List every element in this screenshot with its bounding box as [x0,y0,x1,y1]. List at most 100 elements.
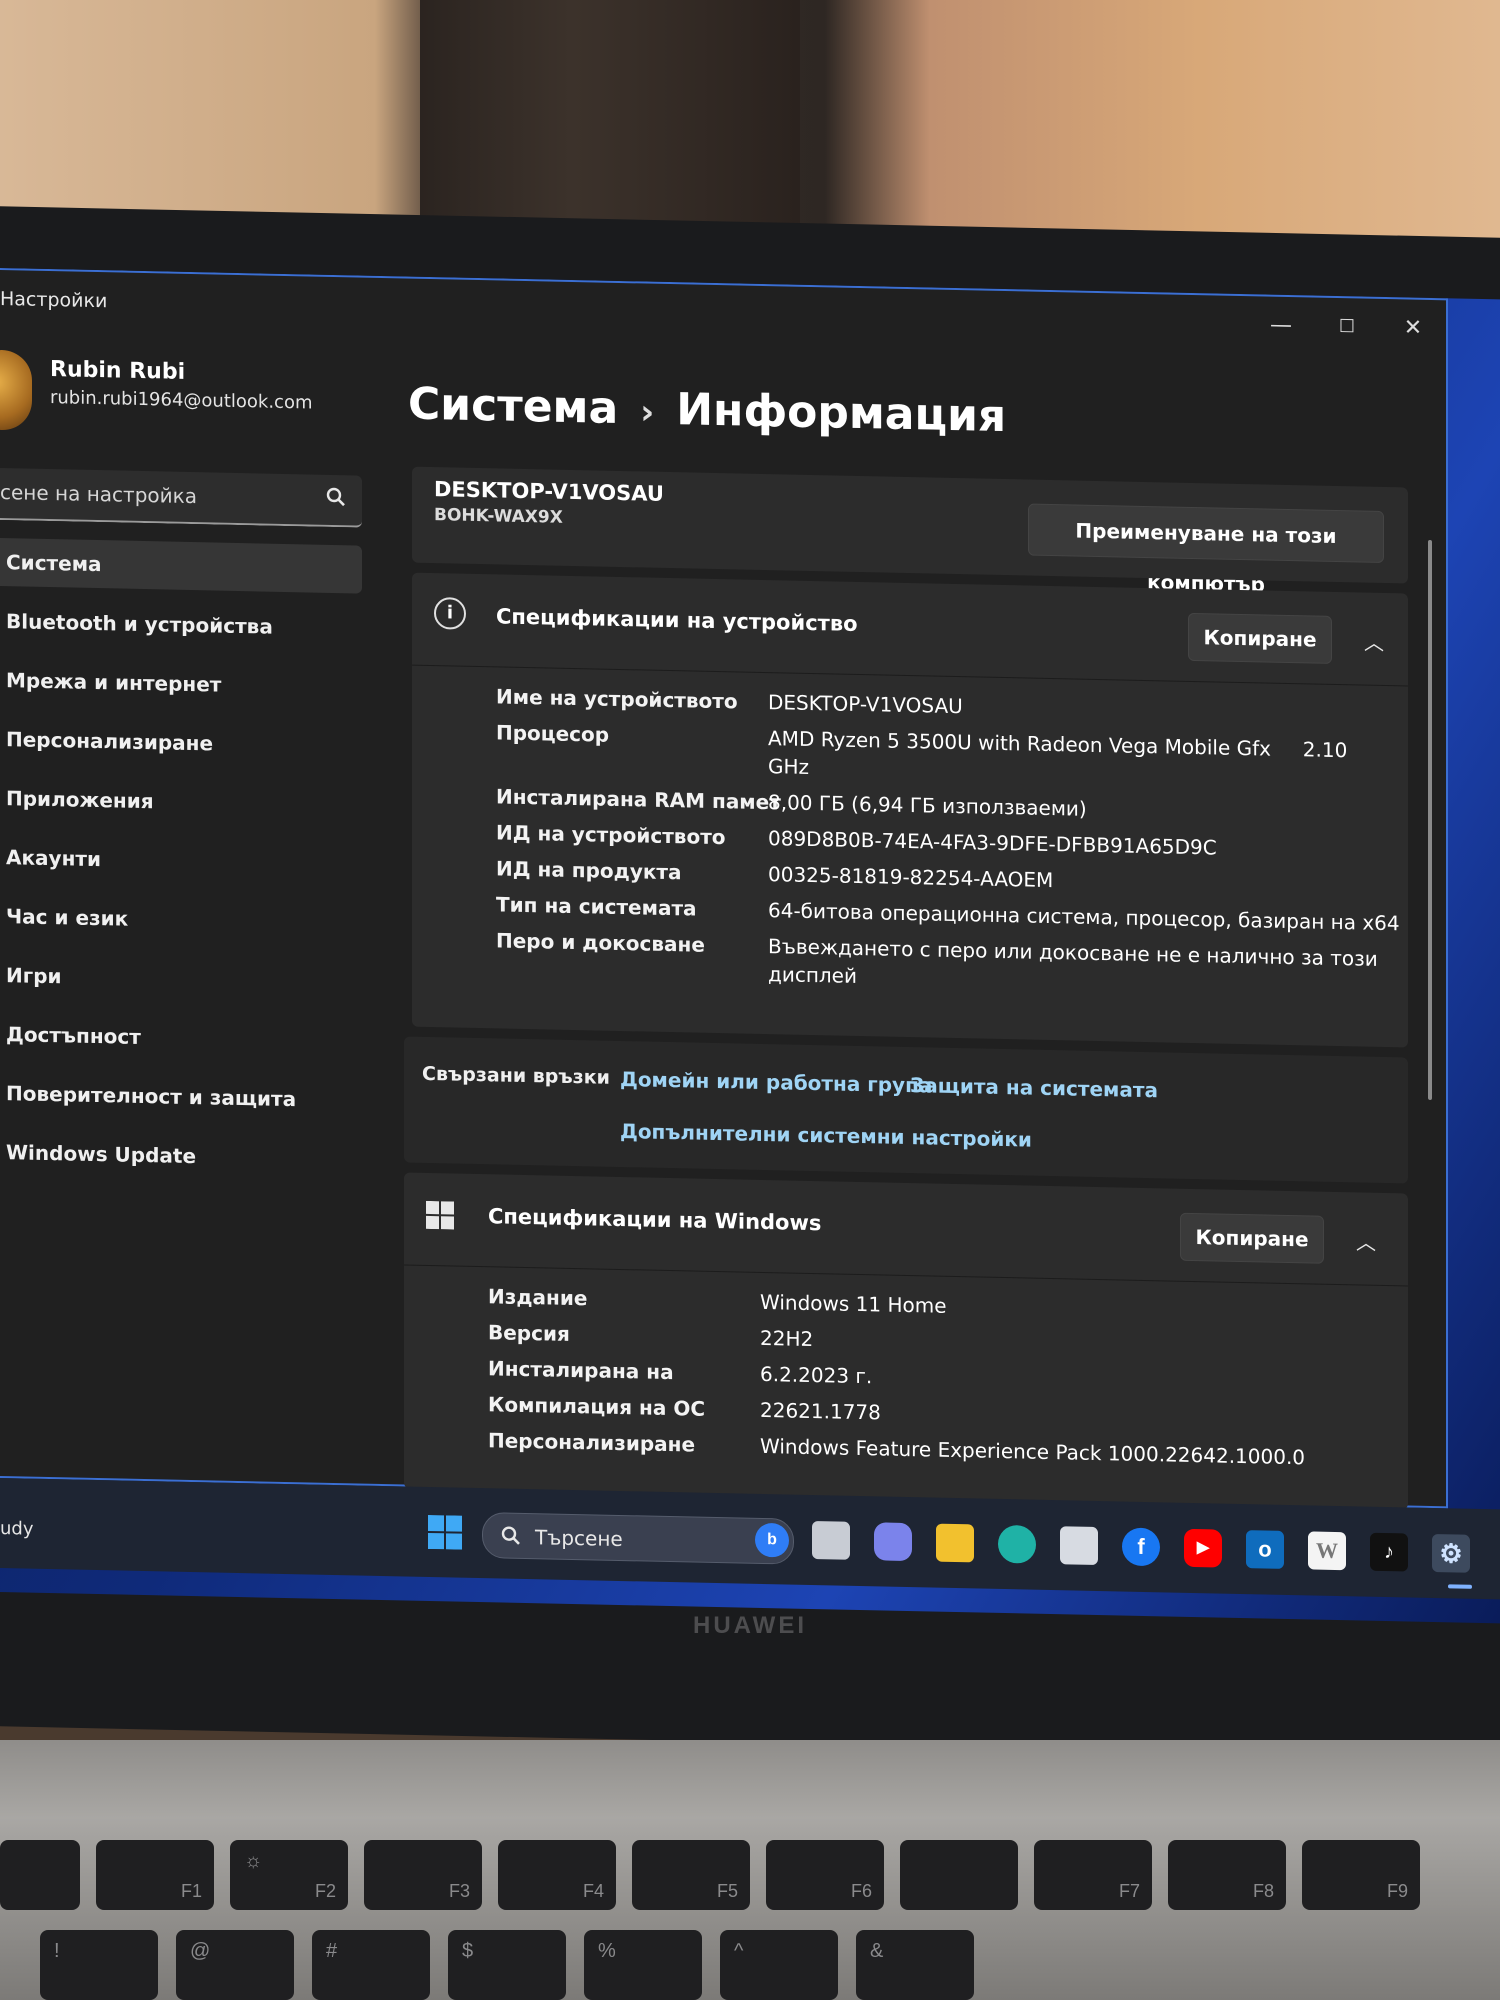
wikipedia-icon[interactable]: W [1308,1531,1346,1571]
spec-value[interactable]: 22H2 [760,1326,813,1351]
pc-name: DESKTOP-V1VOSAU [434,477,664,506]
breadcrumb: Система › Информация [408,379,1006,443]
keyboard-key: ! [40,1930,158,2000]
system-protection-link[interactable]: Защита на системата [910,1073,1158,1102]
search-icon[interactable] [324,485,348,510]
keyboard-key: F5 [632,1840,750,1910]
settings-icon[interactable]: ⚙ [1432,1533,1470,1573]
spec-row: Име на устройството DESKTOP-V1VOSAU [412,683,1408,718]
spec-value[interactable]: 6.2.2023 г. [760,1362,872,1388]
spec-label: Процесор [496,720,610,747]
spec-value-continued[interactable]: дисплей [768,962,857,988]
user-name: Rubin Rubi [50,357,186,385]
spec-label: Инсталирана RAM памет [496,784,781,815]
windows-specs-card: Спецификации на Windows Копиране ︿ Издан… [404,1172,1408,1510]
sidebar-item-personalization[interactable]: Персонализиране [0,715,362,771]
spec-row: Компилация на ОС 22621.1778 [404,1390,1408,1424]
chevron-up-icon[interactable]: ︿ [1364,627,1384,656]
sidebar-item-windows-update[interactable]: Windows Update [0,1128,362,1184]
close-button[interactable]: ✕ [1390,311,1436,346]
spec-value[interactable]: 64-битова операционна система, процесор,… [768,898,1400,935]
sidebar-item-gaming[interactable]: Игри [0,951,362,1007]
store-icon[interactable] [1060,1526,1098,1565]
advanced-system-settings-link[interactable]: Допълнителни системни настройки [620,1119,1032,1152]
taskbar-search-input[interactable]: Търсене b [482,1512,794,1565]
spec-label: ИД на продукта [496,856,682,885]
spec-value-continued[interactable]: GHz [768,754,809,779]
domain-workgroup-link[interactable]: Домейн или работна група [620,1067,932,1098]
spec-label: Персонализиране [488,1428,696,1457]
keyboard-key: % [584,1930,702,2000]
task-view-icon[interactable] [812,1521,850,1560]
breadcrumb-parent[interactable]: Система [408,379,618,434]
sidebar-item-accessibility[interactable]: Достъпност [0,1010,362,1066]
spec-value[interactable]: 22621.1778 [760,1398,881,1425]
keyboard-key: F1 [96,1840,214,1910]
keyboard-key: F7 [1034,1840,1152,1910]
spec-value[interactable]: Windows 11 Home [760,1290,947,1318]
chevron-up-icon[interactable]: ︿ [1356,1226,1376,1255]
copy-windows-specs-button[interactable]: Копиране [1180,1212,1324,1264]
sidebar-item-system[interactable]: Система [0,538,362,594]
spec-value[interactable]: Windows Feature Experience Pack 1000.226… [760,1434,1305,1469]
spec-value[interactable]: 089D8B0B-74EA-4FA3-9DFE-DFBB91A65D9C [768,826,1217,859]
spec-value[interactable]: DESKTOP-V1VOSAU [768,690,963,718]
spec-value[interactable]: 8,00 ГБ (6,94 ГБ използваеми) [768,790,1087,821]
keyboard-key: & [856,1930,974,2000]
copy-device-specs-button[interactable]: Копиране [1188,612,1332,664]
windows-logo-icon [426,1200,454,1230]
active-app-indicator [1448,1584,1472,1589]
info-icon: i [434,597,466,630]
spec-value[interactable]: Въвеждането с перо или докосване не е на… [768,934,1378,971]
keyboard-key: ^ [720,1930,838,2000]
start-button-icon[interactable] [428,1514,462,1550]
sidebar-nav: Система Bluetooth и устройства Мрежа и и… [0,538,362,1195]
spec-label: ИД на устройството [496,820,726,850]
search-placeholder: сене на настройка [0,480,197,509]
keyboard-key [900,1840,1018,1910]
sidebar-item-bluetooth[interactable]: Bluetooth и устройства [0,597,362,653]
sidebar-item-accounts[interactable]: Акаунти [0,833,362,889]
spec-row: Персонализиране Windows Feature Experien… [404,1426,1408,1469]
spec-value[interactable]: 00325-81819-82254-AAOEM [768,862,1053,892]
device-specs-title: Спецификации на устройство [496,604,858,636]
keyboard-key: F9 [1302,1840,1420,1910]
keyboard-key: # [312,1930,430,2000]
spec-row: ИД на продукта 00325-81819-82254-AAOEM [412,855,1408,892]
keyboard-key: F6 [766,1840,884,1910]
search-input[interactable]: сене на настройка [0,468,362,528]
spec-label: Перо и докосване [496,928,705,957]
keyboard-key: @ [176,1930,294,2000]
sidebar-item-privacy[interactable]: Поверителност и защита [0,1069,362,1125]
tiktok-icon[interactable]: ♪ [1370,1532,1408,1572]
rename-pc-button[interactable]: Преименуване на този компютър [1028,503,1384,596]
pc-model: BOHK-WAX9X [434,505,563,528]
spec-row: Инсталирана RAM памет 8,00 ГБ (6,94 ГБ и… [412,783,1408,820]
taskbar-widget-text[interactable]: udy [0,1518,34,1540]
screen: Настройки — ☐ ✕ Rubin Rubi rubin.rubi196… [0,268,1500,1624]
device-name-card: DESKTOP-V1VOSAU BOHK-WAX9X Преименуване … [412,466,1408,596]
bing-icon[interactable]: b [755,1522,789,1558]
search-icon [501,1526,520,1545]
sidebar-item-apps[interactable]: Приложения [0,774,362,830]
sidebar-item-network[interactable]: Мрежа и интернет [0,656,362,712]
app-title: Настройки [0,288,108,313]
spec-value[interactable]: AMD Ryzen 5 3500U with Radeon Vega Mobil… [768,726,1347,762]
youtube-icon[interactable]: ▶ [1184,1528,1222,1568]
facebook-icon[interactable]: f [1122,1527,1160,1567]
scrollbar[interactable] [1428,539,1432,1100]
windows-specs-title: Спецификации на Windows [488,1204,822,1236]
outlook-icon[interactable]: o [1246,1530,1284,1569]
breadcrumb-separator: › [640,392,655,433]
settings-window: Настройки — ☐ ✕ Rubin Rubi rubin.rubi196… [0,268,1448,1510]
device-specs-card: i Спецификации на устройство Копиране ︿ … [412,572,1408,1048]
spec-label: Компилация на ОС [488,1392,706,1421]
file-explorer-icon[interactable] [936,1523,974,1563]
minimize-button[interactable]: — [1258,308,1304,343]
sidebar-item-time-language[interactable]: Час и език [0,892,362,948]
related-links-label: Свързани връзки [422,1062,610,1089]
spec-row: Версия 22H2 [404,1318,1408,1351]
teams-chat-icon[interactable] [874,1522,912,1562]
edge-icon[interactable] [998,1524,1036,1564]
maximize-button[interactable]: ☐ [1324,310,1370,345]
